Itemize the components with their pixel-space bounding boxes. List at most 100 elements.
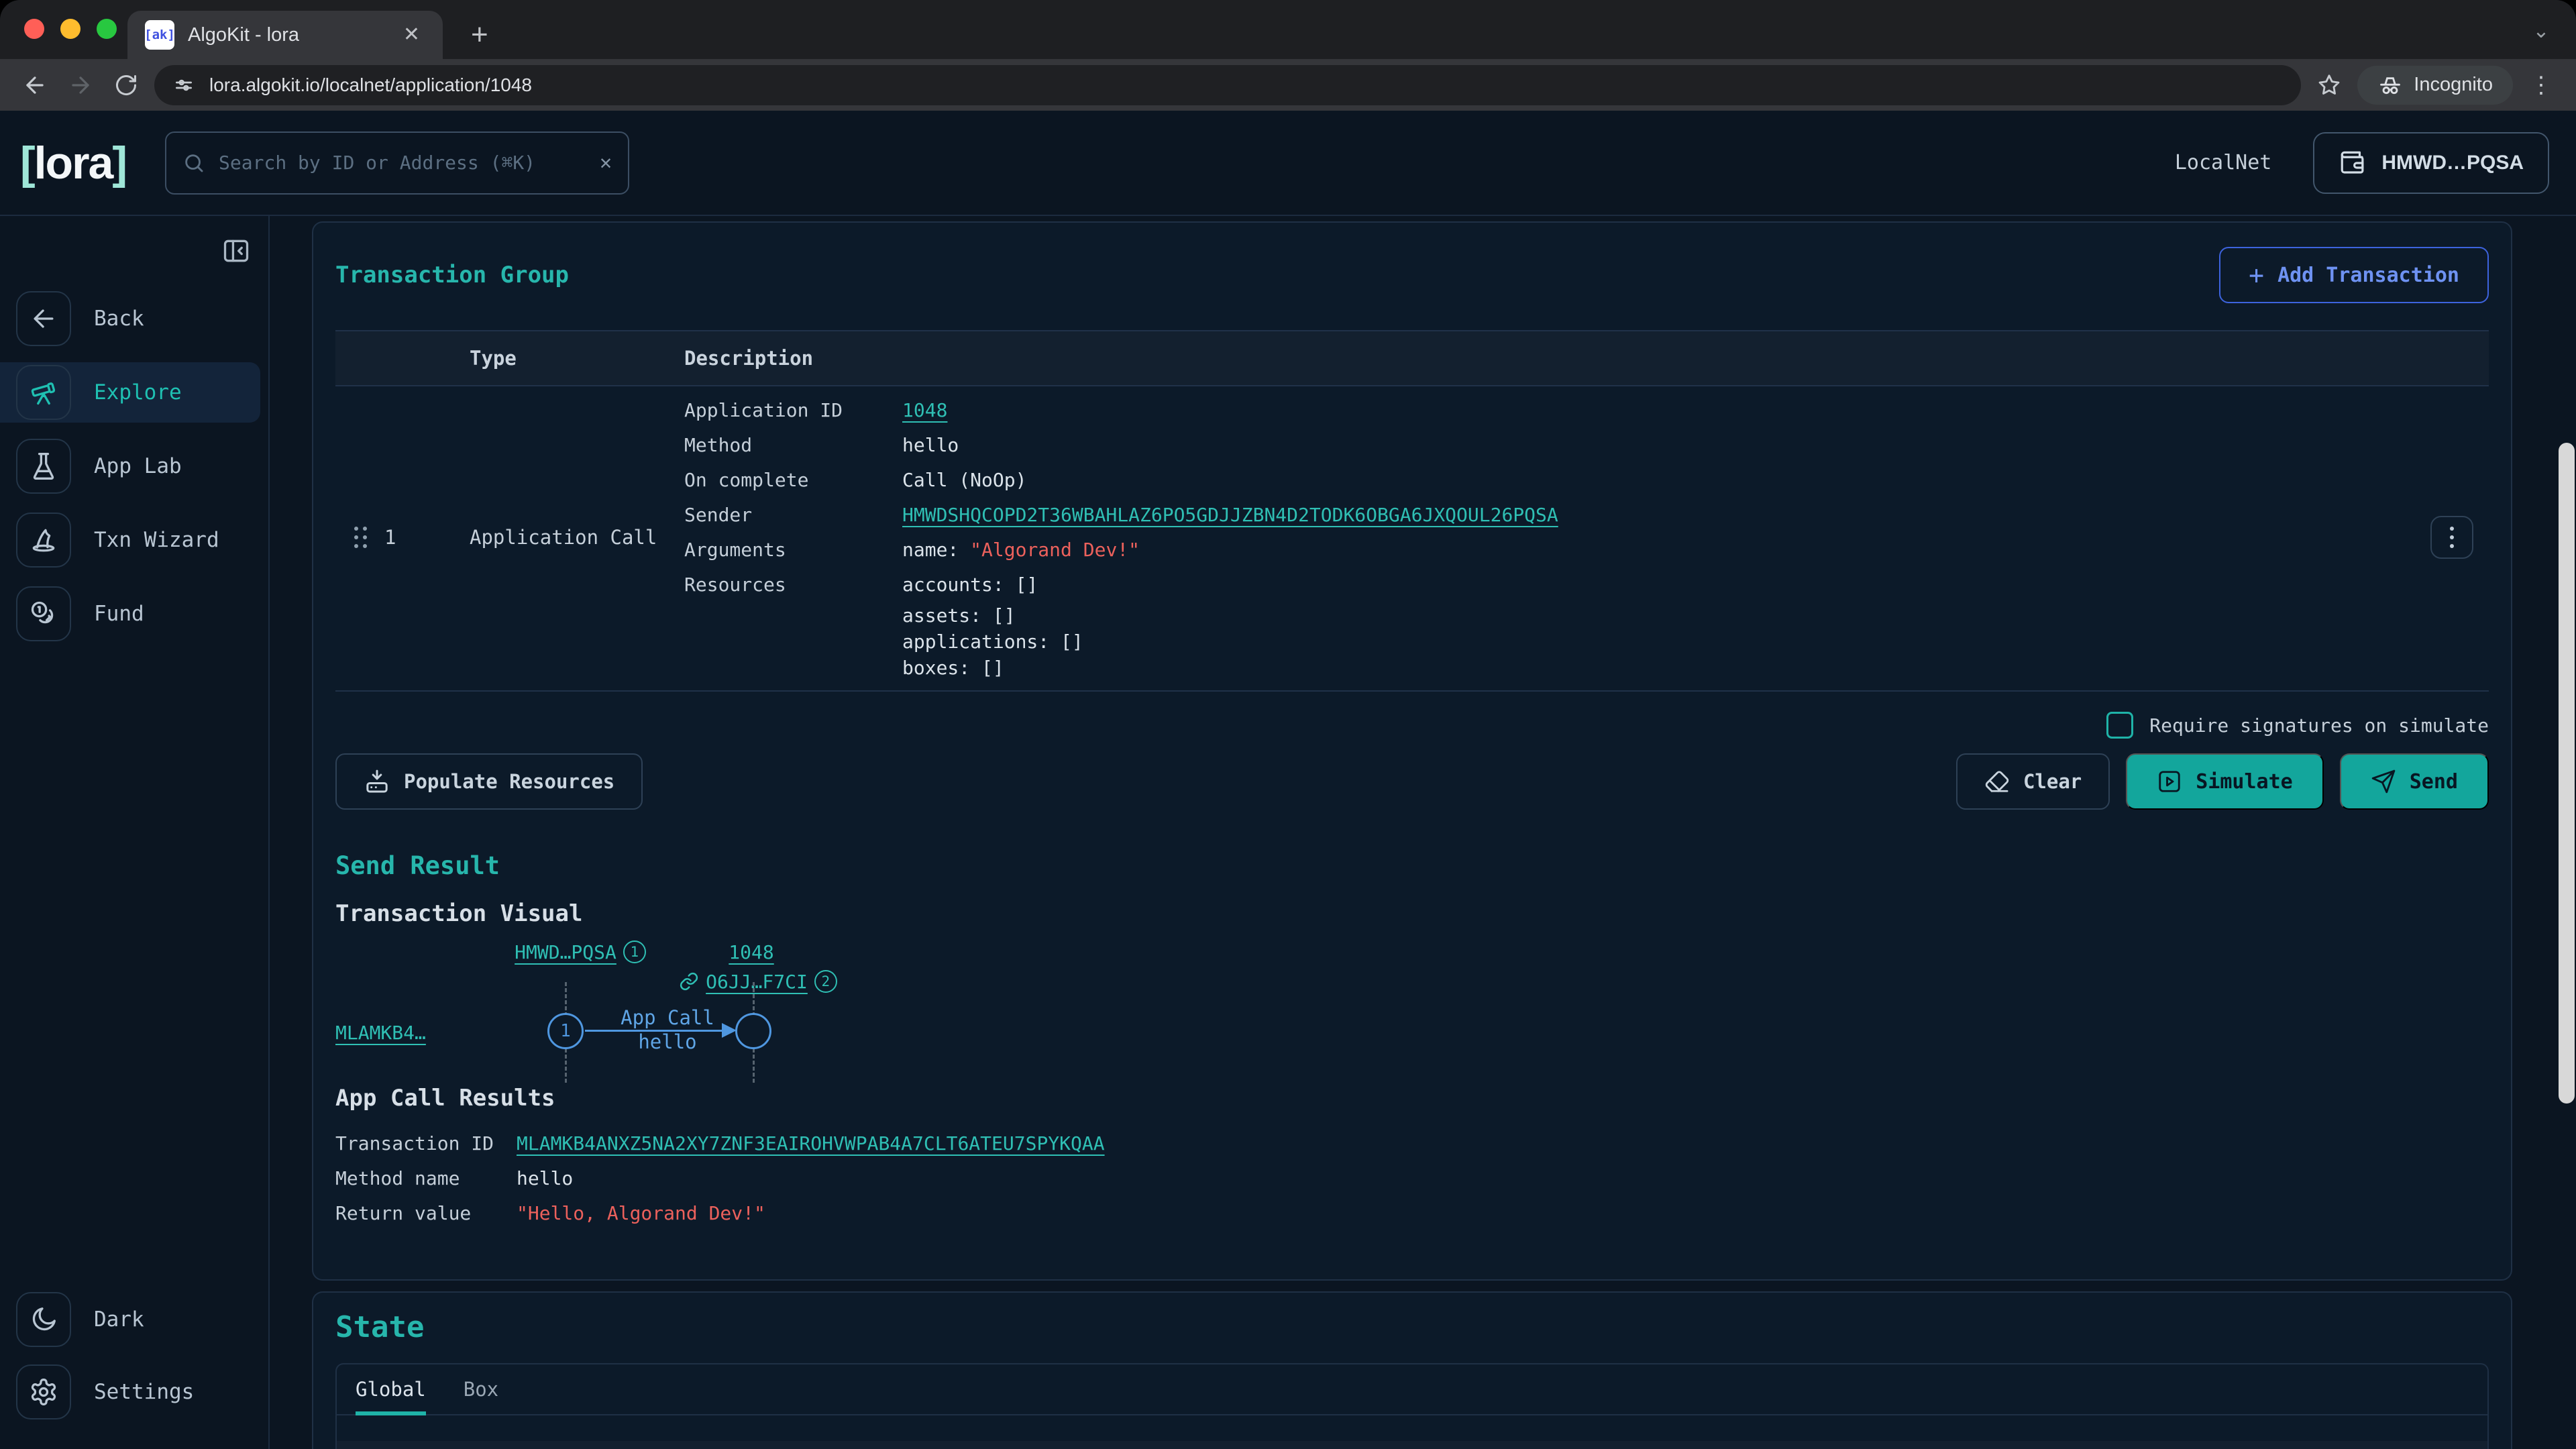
sidebar: Back Explore App Lab xyxy=(0,216,270,1449)
incognito-badge: Incognito xyxy=(2357,66,2513,105)
tab-box[interactable]: Box xyxy=(464,1364,498,1414)
address-bar[interactable]: lora.algokit.io/localnet/application/104… xyxy=(154,65,2301,105)
plus-icon: + xyxy=(2249,260,2264,290)
tab-close-icon[interactable]: ✕ xyxy=(398,22,425,48)
favicon: [ak] xyxy=(145,20,174,50)
visual-transaction-link[interactable]: MLAMKB4… xyxy=(335,1022,426,1044)
transaction-table: Type Description 1 Application Call xyxy=(335,330,2489,692)
call-edge-label: App Call hello xyxy=(594,1006,741,1054)
browser-toolbar: lora.algokit.io/localnet/application/104… xyxy=(0,59,2576,111)
field-method: Method hello xyxy=(684,428,2415,463)
sidebar-collapse-icon[interactable] xyxy=(221,236,251,266)
require-signatures-checkbox[interactable] xyxy=(2106,712,2133,739)
sidebar-item-settings[interactable]: Settings xyxy=(0,1362,260,1422)
state-title: State xyxy=(335,1310,2489,1344)
visual-application-link[interactable]: 1048 xyxy=(729,941,773,963)
global-search: ✕ xyxy=(165,131,629,195)
transaction-visual-title: Transaction Visual xyxy=(335,900,2489,927)
network-selector[interactable]: LocalNet xyxy=(2175,151,2272,174)
sidebar-item-back[interactable]: Back xyxy=(0,288,260,349)
field-sender: Sender HMWDSHQCOPD2T36WBAHLAZ6PO5GDJJZBN… xyxy=(684,498,2415,533)
sidebar-item-label: App Lab xyxy=(94,454,182,478)
sidebar-item-theme-toggle[interactable]: Dark xyxy=(0,1289,260,1350)
browser-tab-bar: [ak] AlgoKit - lora ✕ + ⌄ xyxy=(0,0,2576,59)
call-to-node[interactable] xyxy=(735,1013,771,1049)
result-return-value: Return value "Hello, Algorand Dev!" xyxy=(335,1196,2489,1231)
group-badge: 2 xyxy=(814,970,837,993)
close-window-button[interactable] xyxy=(24,19,44,39)
wallet-address: HMWD…PQSA xyxy=(2381,152,2524,174)
sidebar-item-fund[interactable]: Fund xyxy=(0,584,260,644)
row-menu-button[interactable] xyxy=(2430,516,2473,559)
transaction-group-title: Transaction Group xyxy=(335,262,569,288)
telescope-icon xyxy=(16,365,71,420)
lora-app: [lora] ✕ LocalNet HMWD…PQSA xyxy=(0,111,2576,1449)
application-id-link[interactable]: 1048 xyxy=(902,399,947,421)
state-table-header: Key Type Value xyxy=(337,1441,2487,1449)
visual-group-link[interactable]: O6JJ…F7CI xyxy=(706,971,808,993)
clear-button[interactable]: Clear xyxy=(1956,753,2110,810)
lora-logo[interactable]: [lora] xyxy=(20,137,126,189)
window-controls xyxy=(24,19,117,39)
download-tray-icon xyxy=(364,768,390,795)
bookmark-star-icon[interactable] xyxy=(2312,68,2347,103)
argument-string-value: "Algorand Dev!" xyxy=(970,539,1140,561)
new-tab-button[interactable]: + xyxy=(462,20,498,50)
app-header: [lora] ✕ LocalNet HMWD…PQSA xyxy=(0,111,2576,216)
transaction-group-card: Transaction Group + Add Transaction Type… xyxy=(312,221,2512,1281)
browser-tab[interactable]: [ak] AlgoKit - lora ✕ xyxy=(127,11,443,59)
sidebar-item-label: Dark xyxy=(94,1307,144,1332)
browser-window: [ak] AlgoKit - lora ✕ + ⌄ lora.algokit.i… xyxy=(0,0,2576,1449)
field-arguments: Arguments name: "Algorand Dev!" xyxy=(684,533,2415,568)
visual-sender-link[interactable]: HMWD…PQSA xyxy=(515,941,616,963)
tab-global[interactable]: Global xyxy=(356,1364,426,1414)
sidebar-item-txn-wizard[interactable]: Txn Wizard xyxy=(0,510,260,570)
add-transaction-button[interactable]: + Add Transaction xyxy=(2219,247,2489,303)
back-icon[interactable] xyxy=(17,68,52,103)
transaction-row: 1 Application Call Application ID 1048 M… xyxy=(335,386,2489,692)
drag-handle-icon[interactable] xyxy=(354,527,367,548)
column-type: Type xyxy=(470,347,684,370)
reload-icon[interactable] xyxy=(109,68,144,103)
send-button[interactable]: Send xyxy=(2340,753,2489,810)
return-string-value: "Hello, Algorand Dev!" xyxy=(517,1196,2489,1231)
sidebar-item-label: Explore xyxy=(94,380,182,405)
sender-address-link[interactable]: HMWDSHQCOPD2T36WBAHLAZ6PO5GDJJZBN4D2TODK… xyxy=(902,504,1558,526)
transaction-table-header: Type Description xyxy=(335,330,2489,386)
sidebar-item-explore[interactable]: Explore xyxy=(0,362,260,423)
app-call-results-title: App Call Results xyxy=(335,1085,2489,1112)
populate-resources-button[interactable]: Populate Resources xyxy=(335,753,643,810)
coins-icon xyxy=(16,586,71,641)
transaction-id-link[interactable]: MLAMKB4ANXZ5NA2XY7ZNF3EAIROHVWPAB4A7CLT6… xyxy=(517,1132,1105,1155)
search-input[interactable] xyxy=(219,152,586,174)
incognito-icon xyxy=(2377,72,2403,98)
page-scrollbar[interactable] xyxy=(2559,443,2575,1104)
site-settings-icon[interactable] xyxy=(172,73,196,97)
transaction-visual-diagram: HMWD…PQSA 1 1048 O6JJ…F7CI 2 xyxy=(335,936,2489,1081)
field-resources: Resources accounts: [] assets: [] applic… xyxy=(684,568,2415,681)
wallet-button[interactable]: HMWD…PQSA xyxy=(2313,132,2549,194)
sidebar-item-label: Settings xyxy=(94,1380,194,1404)
search-clear-icon[interactable]: ✕ xyxy=(600,151,612,174)
require-signatures-label: Require signatures on simulate xyxy=(2149,714,2489,737)
state-card: State Global Box Key Type Value xyxy=(312,1291,2512,1449)
incognito-label: Incognito xyxy=(2414,74,2493,96)
wizard-hat-icon xyxy=(16,513,71,568)
sidebar-item-app-lab[interactable]: App Lab xyxy=(0,436,260,496)
gear-icon xyxy=(16,1364,71,1419)
field-on-complete: On complete Call (NoOp) xyxy=(684,463,2415,498)
sidebar-item-label: Back xyxy=(94,307,144,331)
wallet-icon xyxy=(2339,149,2367,177)
browser-menu-icon[interactable]: ⋮ xyxy=(2524,68,2559,103)
simulate-button[interactable]: Simulate xyxy=(2126,753,2324,810)
url-text: lora.algokit.io/localnet/application/104… xyxy=(209,74,532,96)
zoom-window-button[interactable] xyxy=(97,19,117,39)
flask-icon xyxy=(16,439,71,494)
row-index: 1 xyxy=(384,526,396,549)
chain-link-icon xyxy=(679,971,699,991)
call-from-node[interactable]: 1 xyxy=(547,1013,584,1049)
tab-search-chevron-icon[interactable]: ⌄ xyxy=(2524,13,2559,48)
forward-icon[interactable] xyxy=(63,68,98,103)
send-result-title: Send Result xyxy=(335,851,2489,880)
minimize-window-button[interactable] xyxy=(60,19,80,39)
